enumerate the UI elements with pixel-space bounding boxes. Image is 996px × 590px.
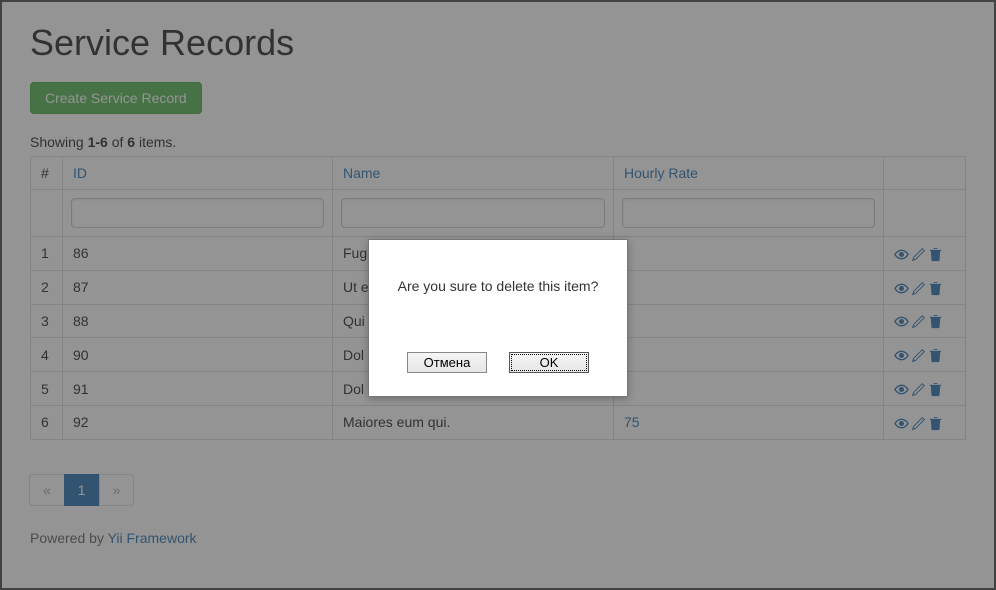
cancel-button[interactable]: Отмена xyxy=(407,352,487,373)
dialog-message: Are you sure to delete this item? xyxy=(387,278,609,294)
ok-button[interactable]: OK xyxy=(509,352,589,373)
confirm-delete-dialog: Are you sure to delete this item? Отмена… xyxy=(368,239,628,397)
